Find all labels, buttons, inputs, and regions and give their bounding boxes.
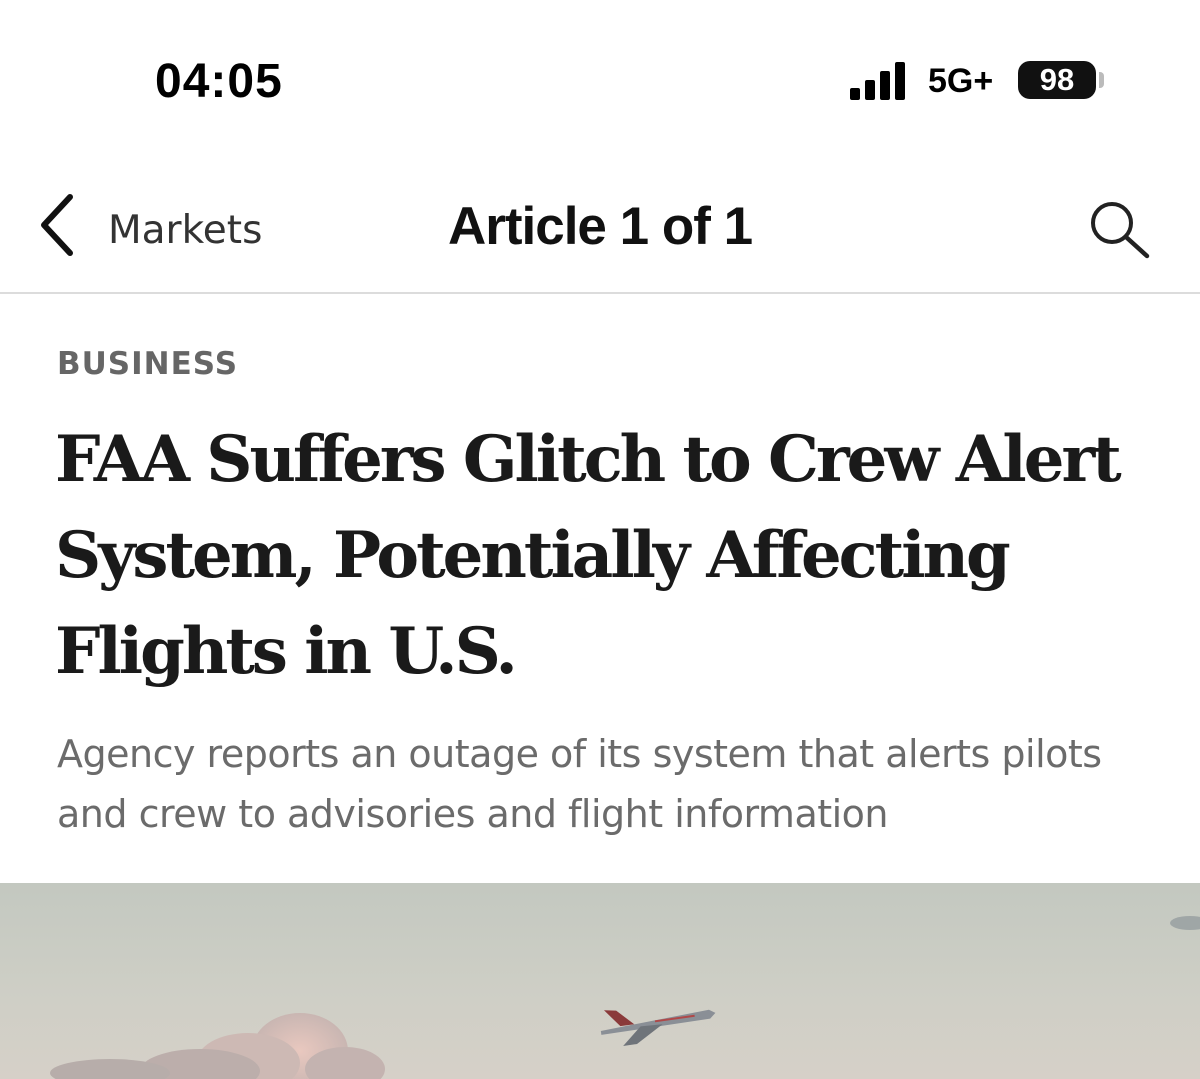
status-bar: 04:05 5G+ 98 <box>0 0 1200 160</box>
section-label[interactable]: BUSINESS <box>57 346 238 382</box>
status-time: 04:05 <box>155 55 283 108</box>
network-type: 5G+ <box>928 62 994 100</box>
battery-cap <box>1099 72 1104 88</box>
signal-bars-icon <box>850 62 905 100</box>
article-headline: FAA Suffers Glitch to Crew Alert System,… <box>55 422 1122 689</box>
hero-image[interactable] <box>0 883 1200 1079</box>
battery-icon: 98 <box>1018 61 1096 99</box>
search-button[interactable] <box>1085 198 1155 262</box>
page-title: Article 1 of 1 <box>447 197 753 256</box>
hero-photo <box>0 883 1200 1079</box>
nav-bar: Markets Article 1 of 1 <box>0 160 1200 294</box>
article-dek: Agency reports an outage of its system t… <box>57 732 1102 836</box>
search-icon <box>1091 202 1150 259</box>
